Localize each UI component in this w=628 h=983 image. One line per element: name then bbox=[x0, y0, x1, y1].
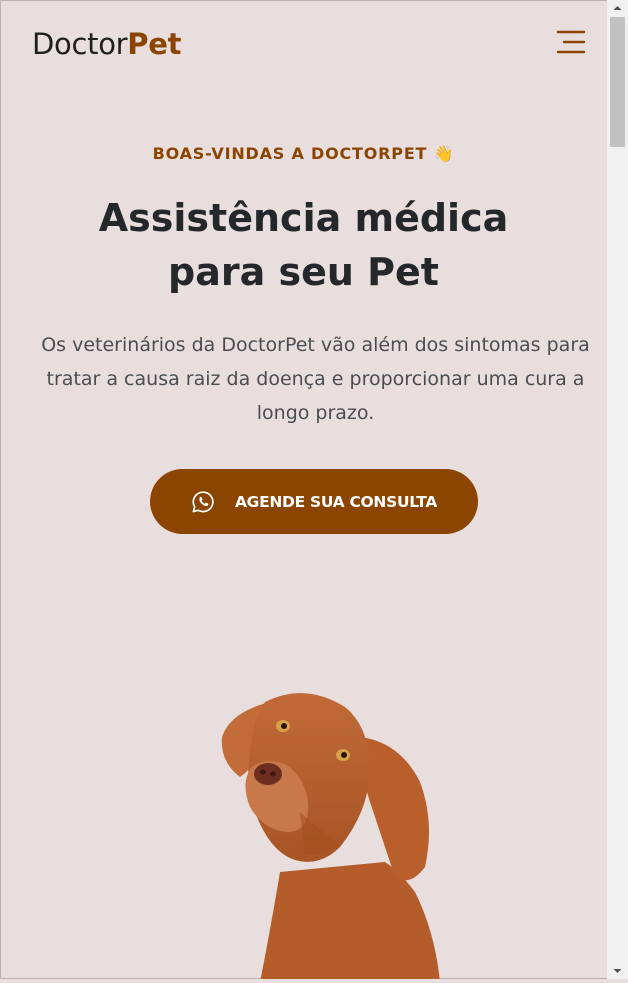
welcome-eyebrow: BOAS-VINDAS A DOCTORPET 👋 bbox=[152, 144, 455, 163]
hero-title-line-2: para seu Pet bbox=[168, 250, 439, 294]
hero-description: Os veterinários da DoctorPet vão além do… bbox=[41, 334, 590, 424]
logo-text-pet: Pet bbox=[127, 27, 182, 61]
vertical-scrollbar[interactable] bbox=[607, 0, 628, 979]
dog-photo bbox=[221, 693, 440, 979]
hero-title-line-1: Assistência médica bbox=[98, 196, 509, 240]
scroll-up-arrow-icon[interactable] bbox=[607, 0, 628, 17]
site-header: DoctorPet bbox=[0, 0, 607, 90]
hero-title: Assistência médica para seu Pet bbox=[0, 191, 607, 299]
page: DoctorPet BOAS-VINDAS A DOCTORPET 👋 Assi… bbox=[0, 0, 607, 979]
logo-text-doctor: Doctor bbox=[32, 27, 128, 61]
scroll-down-arrow-icon[interactable] bbox=[607, 962, 628, 979]
logo[interactable]: DoctorPet bbox=[32, 27, 181, 61]
hamburger-menu-icon[interactable] bbox=[556, 30, 586, 56]
whatsapp-icon bbox=[192, 490, 214, 512]
schedule-appointment-label: AGENDE SUA CONSULTA bbox=[234, 492, 438, 511]
scrollbar-thumb[interactable] bbox=[610, 17, 625, 147]
schedule-appointment-button[interactable]: AGENDE SUA CONSULTA bbox=[150, 469, 478, 534]
